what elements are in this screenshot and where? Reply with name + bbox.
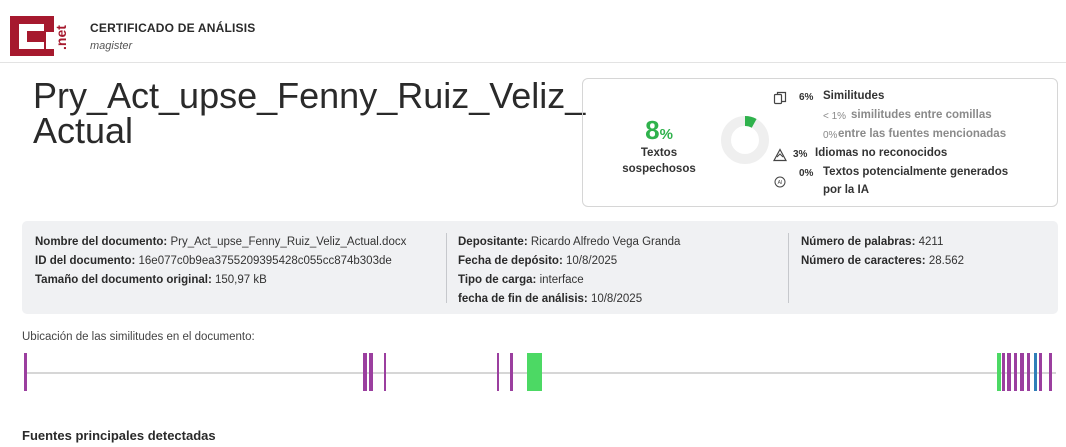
info-col-counts: Número de palabras: 4211 Número de carac… (801, 236, 965, 267)
copy-icon (773, 91, 787, 105)
similarity-marker (24, 353, 27, 391)
similarity-marker (1014, 353, 1017, 391)
similarity-marker (1039, 353, 1042, 391)
similarity-marker (1007, 353, 1011, 391)
similarity-marker (510, 353, 513, 391)
ai-marker (1034, 353, 1037, 391)
report-header: .net CERTIFICADO DE ANÁLISIS magister (0, 0, 1066, 63)
document-info: Nombre del documento: Pry_Act_upse_Fenny… (22, 221, 1058, 314)
info-divider (446, 233, 447, 303)
stat-similarities: 6% Similitudes (773, 89, 1053, 108)
compilatio-logo: .net (10, 16, 69, 56)
document-title: Pry_Act_upse_Fenny_Ruiz_Veliz_Actual (33, 75, 586, 151)
similarity-marker (497, 353, 499, 391)
language-marker (997, 353, 1001, 391)
warning-icon (773, 148, 787, 162)
info-col-depositor: Depositante: Ricardo Alfredo Vega Granda… (458, 236, 681, 305)
similarity-marker (1020, 353, 1024, 391)
score-summary: 8% Textos sospechosos 6% Similitudes < 1… (582, 78, 1058, 207)
info-col-document: Nombre del documento: Pry_Act_upse_Fenny… (35, 236, 407, 286)
stat-quoted: < 1% similitudes entre comillas (823, 109, 992, 122)
similarity-marker (384, 353, 386, 391)
suspicious-label: Textos sospechosos (622, 147, 696, 175)
similarity-marker (363, 353, 367, 391)
stat-languages: 3% Idiomas no reconocidos (773, 146, 1053, 165)
svg-text:AI: AI (778, 180, 783, 186)
ai-chip-icon: AI (774, 176, 786, 188)
similarity-marker (369, 353, 373, 391)
report-subtitle: magister (90, 40, 133, 52)
similarity-location-label: Ubicación de las similitudes en el docum… (22, 331, 255, 343)
stat-ai-texts: AI 0% Textos potencialmente generados po… (773, 165, 1053, 201)
stats-list: 6% Similitudes < 1% similitudes entre co… (773, 89, 1053, 201)
language-marker (527, 353, 542, 391)
svg-text:.net: .net (53, 25, 69, 50)
similarity-marker (1002, 353, 1005, 391)
report-title: CERTIFICADO DE ANÁLISIS (90, 21, 256, 35)
similarity-marker (1049, 353, 1052, 391)
main-sources-heading: Fuentes principales detectadas (22, 428, 216, 443)
suspicious-donut (721, 116, 769, 164)
suspicious-percent: 8% (645, 115, 673, 145)
stat-cited-sources: 0% entre las fuentes mencionadas (823, 128, 1007, 141)
info-divider (788, 233, 789, 303)
similarity-location-bar (24, 353, 1056, 391)
similarity-marker (1027, 353, 1030, 391)
